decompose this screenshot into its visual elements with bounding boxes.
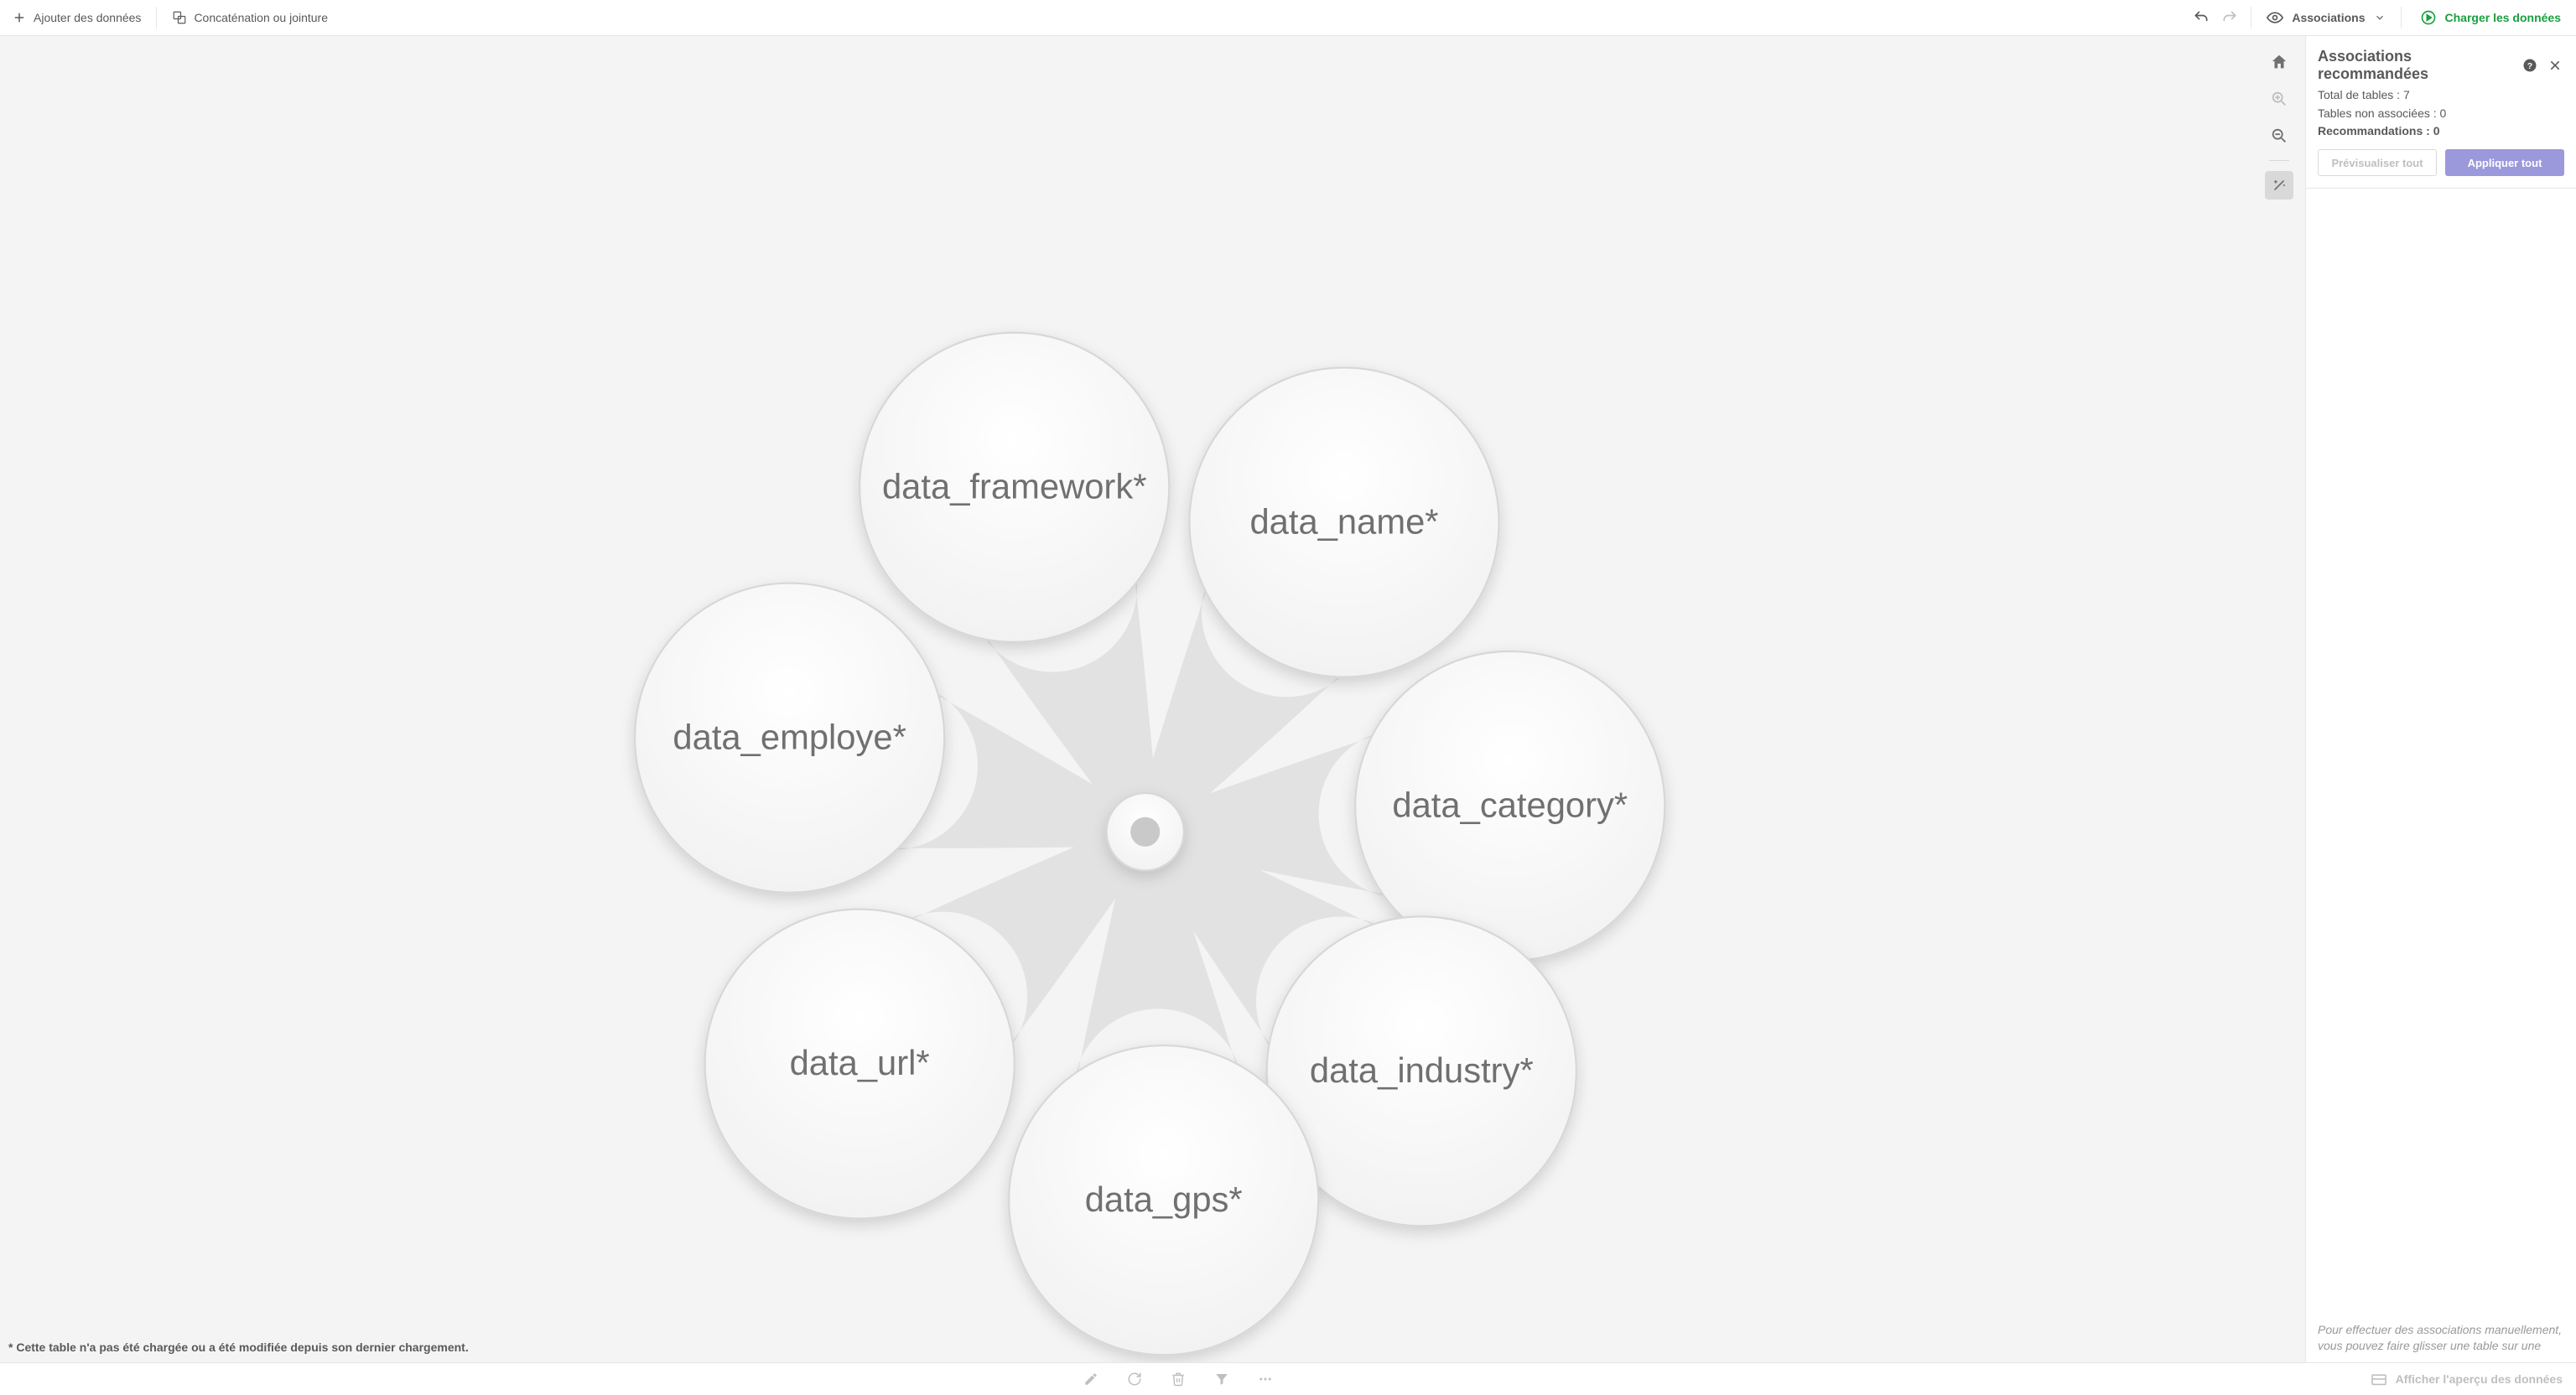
load-data-label: Charger les données bbox=[2445, 11, 2562, 24]
zoom-out-button[interactable] bbox=[2265, 122, 2293, 150]
canvas-footnote: * Cette table n'a pas été chargée ou a é… bbox=[8, 1341, 469, 1354]
concat-join-button[interactable]: Concaténation ou jointure bbox=[164, 0, 336, 35]
eye-icon bbox=[2267, 9, 2283, 26]
home-zoom-button[interactable] bbox=[2265, 48, 2293, 76]
show-data-preview-label: Afficher l'aperçu des données bbox=[2396, 1372, 2563, 1386]
trash-icon bbox=[1169, 1370, 1187, 1388]
associations-canvas[interactable]: data_framework* data_name* data_employe*da… bbox=[0, 36, 2305, 1362]
stat-unassoc-label: Tables non associées : bbox=[2318, 106, 2440, 120]
apply-all-button[interactable]: Appliquer tout bbox=[2445, 149, 2564, 176]
table-bubble[interactable]: data_employe* bbox=[635, 583, 944, 893]
table-bubble[interactable]: data_framework* bbox=[860, 333, 1169, 642]
panel-title: Associations recommandées bbox=[2318, 48, 2514, 83]
concat-join-label: Concaténation ou jointure bbox=[194, 11, 328, 24]
table-bubble-label: data_framework* bbox=[882, 467, 1146, 506]
undo-button[interactable] bbox=[2187, 0, 2215, 35]
table-bubble-label: data_gps* bbox=[1085, 1180, 1243, 1219]
help-button[interactable]: ? bbox=[2521, 56, 2539, 75]
concat-icon bbox=[172, 10, 187, 25]
bottom-tools bbox=[0, 1370, 2357, 1388]
stat-reco-value: 0 bbox=[2433, 124, 2440, 137]
canvas-tools bbox=[2265, 48, 2293, 200]
tool-divider bbox=[2269, 160, 2289, 161]
main-area: data_framework* data_name* data_employe*da… bbox=[0, 36, 2576, 1362]
top-toolbar: Ajouter des données Concaténation ou joi… bbox=[0, 0, 2576, 36]
refresh-icon bbox=[1125, 1370, 1144, 1388]
close-panel-button[interactable] bbox=[2546, 56, 2564, 75]
magic-recommend-button[interactable] bbox=[2265, 171, 2293, 200]
bottom-bar: Afficher l'aperçu des données bbox=[0, 1362, 2576, 1395]
view-mode-dropdown[interactable]: Associations bbox=[2258, 0, 2393, 35]
panel-hint: Pour effectuer des associations manuelle… bbox=[2306, 1314, 2576, 1362]
preview-all-button[interactable]: Prévisualiser tout bbox=[2318, 149, 2437, 176]
table-bubble-label: data_employe* bbox=[673, 717, 906, 756]
table-bubble[interactable]: data_name* bbox=[1189, 368, 1498, 677]
preview-table-icon bbox=[2371, 1372, 2387, 1386]
apply-all-label: Appliquer tout bbox=[2468, 157, 2542, 169]
preview-all-label: Prévisualiser tout bbox=[2331, 157, 2423, 169]
svg-text:?: ? bbox=[2527, 61, 2532, 71]
filter-icon bbox=[1213, 1370, 1231, 1388]
view-mode-label: Associations bbox=[2292, 11, 2365, 24]
plus-icon bbox=[12, 10, 27, 25]
panel-stats: Total de tables : 7 Tables non associées… bbox=[2306, 85, 2576, 144]
table-bubble-label: data_url* bbox=[790, 1043, 930, 1082]
play-circle-icon bbox=[2420, 9, 2437, 26]
chevron-down-icon bbox=[2374, 12, 2386, 23]
edit-icon bbox=[1082, 1370, 1100, 1388]
stat-unassoc-value: 0 bbox=[2440, 106, 2447, 120]
add-data-label: Ajouter des données bbox=[34, 11, 141, 24]
table-bubble[interactable]: data_gps* bbox=[1009, 1045, 1318, 1355]
zoom-in-button bbox=[2265, 85, 2293, 113]
add-data-button[interactable]: Ajouter des données bbox=[3, 0, 149, 35]
show-data-preview-button[interactable]: Afficher l'aperçu des données bbox=[2357, 1372, 2576, 1386]
table-bubble[interactable]: data_url* bbox=[705, 909, 1015, 1218]
toolbar-separator bbox=[2401, 7, 2402, 29]
table-bubble-label: data_category* bbox=[1392, 786, 1628, 825]
stat-reco-label: Recommandations : bbox=[2318, 124, 2433, 137]
redo-button bbox=[2215, 0, 2244, 35]
load-data-button[interactable]: Charger les données bbox=[2408, 0, 2573, 35]
stat-total-label: Total de tables : bbox=[2318, 88, 2403, 101]
table-bubble[interactable]: data_category* bbox=[1355, 651, 1665, 961]
recommendations-panel: Associations recommandées ? Total de tab… bbox=[2305, 36, 2576, 1362]
table-bubble-label: data_name* bbox=[1249, 501, 1438, 541]
toolbar-separator bbox=[156, 7, 157, 29]
stat-total-value: 7 bbox=[2403, 88, 2410, 101]
more-icon bbox=[1256, 1370, 1275, 1388]
table-bubble-label: data_industry* bbox=[1310, 1050, 1534, 1090]
